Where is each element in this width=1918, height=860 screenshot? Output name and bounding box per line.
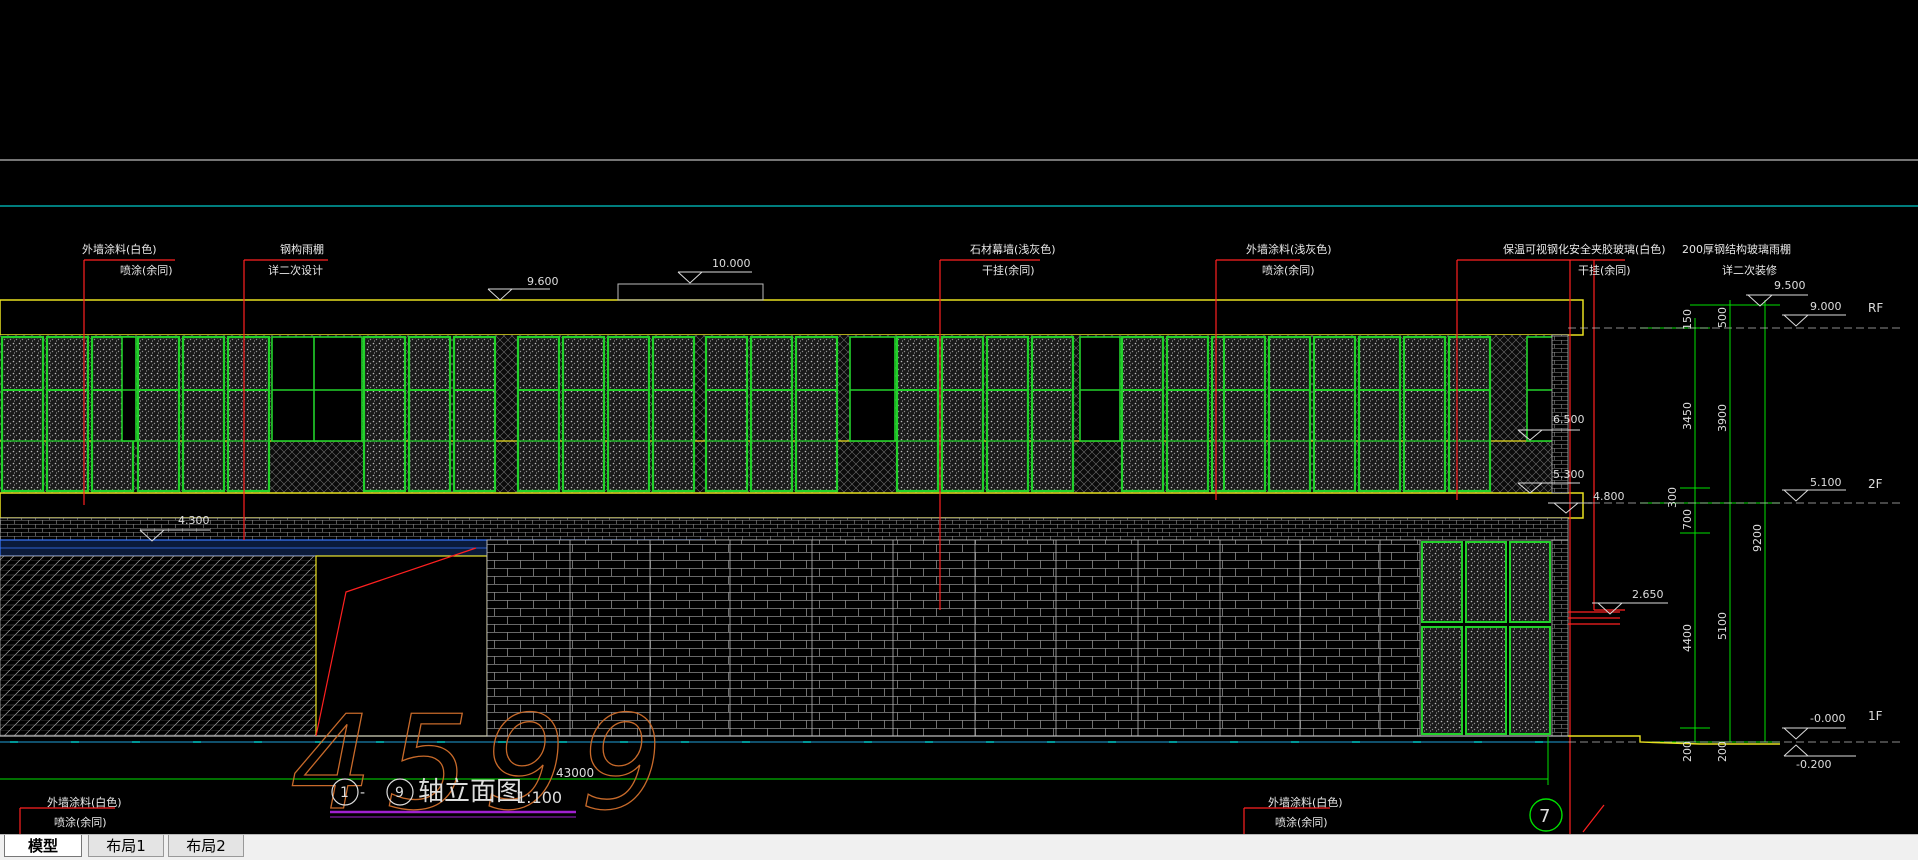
elev-4800: 4.800 <box>1593 490 1625 503</box>
drawing-canvas[interactable]: 43000 外墙涂料(白色) 喷涂(余同) 钢构雨棚 详二次设计 石材幕墙(浅灰… <box>0 0 1918 834</box>
floor-label-2f: 2F <box>1868 477 1883 491</box>
axis-bubble-7: 7 <box>1539 806 1550 827</box>
roof-parapet <box>0 299 1584 336</box>
elev-r-9000: 9.000 <box>1810 300 1842 313</box>
annotation-3-line1: 石材幕墙(浅灰色) <box>970 242 1056 256</box>
left-hatched-wall <box>0 555 317 737</box>
annotation-4-line2: 喷涂(余同) <box>1262 263 1315 277</box>
drawing-title: 轴立面图 <box>418 777 522 807</box>
dim-500: 500 <box>1716 307 1729 328</box>
elev-2650: 2.650 <box>1632 588 1664 601</box>
title-axis-to: 9 <box>395 785 404 801</box>
dim-300: 300 <box>1666 487 1679 508</box>
annotation-3-line2: 干挂(余同) <box>982 263 1035 277</box>
elev-r-5100: 5.100 <box>1810 476 1842 489</box>
annotation-7-line2: 喷涂(余同) <box>54 815 107 829</box>
dim-3450: 3450 <box>1681 402 1694 430</box>
tab-model[interactable]: 模型 <box>4 835 82 857</box>
floor-slab <box>0 492 1584 519</box>
annotation-2-line2: 详二次设计 <box>268 263 323 277</box>
dim-200b: 200 <box>1716 741 1729 762</box>
elev-4300: 4.300 <box>178 514 210 527</box>
dim-5100: 5100 <box>1716 612 1729 640</box>
annotation-1-line2: 喷涂(余同) <box>120 263 173 277</box>
drawing-scale: 1:100 <box>516 788 562 807</box>
tab-layout2[interactable]: 布局2 <box>168 835 244 857</box>
layout-tab-bar: 模型 布局1 布局2 <box>0 834 1918 860</box>
dim-200a: 200 <box>1681 741 1694 762</box>
annotation-6-line1: 200厚钢结构玻璃雨棚 <box>1682 242 1791 256</box>
floor-label-1f: 1F <box>1868 709 1883 723</box>
annotation-2-line1: 钢构雨棚 <box>280 242 324 256</box>
floor-label-rf: RF <box>1868 301 1883 315</box>
annotation-8-line1: 外墙涂料(白色) <box>1268 795 1343 809</box>
elev-r-m0200: -0.200 <box>1796 758 1831 771</box>
elev-9600: 9.600 <box>527 275 559 288</box>
annotation-5-line1: 保温可视钢化安全夹胶玻璃(白色) <box>1503 242 1666 256</box>
annotation-6-line2: 详二次装修 <box>1722 263 1777 277</box>
tab-layout1[interactable]: 布局1 <box>88 835 164 857</box>
dim-700: 700 <box>1681 509 1694 530</box>
annotation-1-line1: 外墙涂料(白色) <box>82 242 157 256</box>
lower-glass-panels <box>1421 541 1551 735</box>
elevation-drawing: 43000 外墙涂料(白色) 喷涂(余同) 钢构雨棚 详二次设计 石材幕墙(浅灰… <box>0 159 1918 834</box>
dim-3900: 3900 <box>1716 404 1729 432</box>
title-axis-from: 1 <box>340 785 349 801</box>
elev-10000: 10.000 <box>712 257 751 270</box>
elev-r-0000: -0.000 <box>1810 712 1845 725</box>
elev-5300: 5.300 <box>1553 468 1585 481</box>
annotation-8-line2: 喷涂(余同) <box>1275 815 1328 829</box>
dim-4400: 4400 <box>1681 624 1694 652</box>
annotation-4-line1: 外墙涂料(浅灰色) <box>1246 242 1332 256</box>
elev-6500: 6.500 <box>1553 413 1585 426</box>
curtain-wall-panels <box>0 335 1558 493</box>
elev-r-9500: 9.500 <box>1774 279 1806 292</box>
dim-9200: 9200 <box>1751 524 1764 552</box>
annotation-7-line1: 外墙涂料(白色) <box>47 795 122 809</box>
annotation-5-line2: 干挂(余同) <box>1578 263 1631 277</box>
dim-150: 150 <box>1681 309 1694 330</box>
title-dash: - <box>360 785 365 801</box>
